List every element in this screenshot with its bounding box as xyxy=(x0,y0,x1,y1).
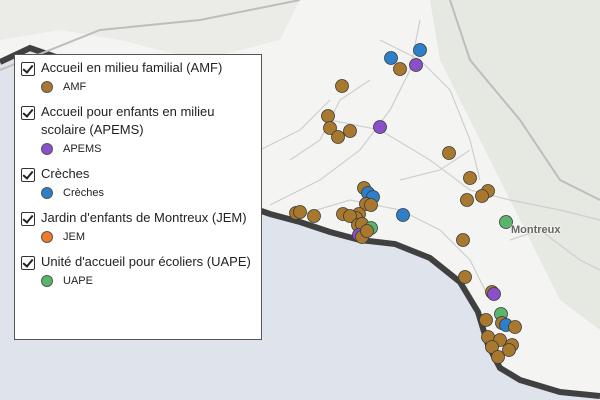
item-label-apems: APEMS xyxy=(63,143,102,155)
legend-layer-creches: Crèches Crèches xyxy=(21,165,255,203)
item-label-jem: JEM xyxy=(63,231,85,243)
item-label-uape: UAPE xyxy=(63,275,93,287)
apems-swatch-icon xyxy=(41,143,53,155)
map-pin-amf[interactable] xyxy=(463,171,477,185)
city-label: Montreux xyxy=(511,224,561,236)
checkbox-jem[interactable] xyxy=(21,212,35,226)
map-pin-amf[interactable] xyxy=(360,224,374,238)
jem-swatch-icon xyxy=(41,231,53,243)
map-pin-apems[interactable] xyxy=(373,120,387,134)
layer-title-apems: Accueil pour enfants en milieu scolaire … xyxy=(41,104,215,137)
legend-layer-amf: Accueil en milieu familial (AMF) AMF xyxy=(21,59,255,97)
map-pin-creches[interactable] xyxy=(396,208,410,222)
map-pin-amf[interactable] xyxy=(293,205,307,219)
layer-title-jem: Jardin d'enfants de Montreux (JEM) xyxy=(41,210,247,225)
checkbox-amf[interactable] xyxy=(21,62,35,76)
map-pin-amf[interactable] xyxy=(343,124,357,138)
map-pin-amf[interactable] xyxy=(364,198,378,212)
checkbox-creches[interactable] xyxy=(21,168,35,182)
creches-swatch-icon xyxy=(41,187,53,199)
map-pin-amf[interactable] xyxy=(479,313,493,327)
legend-layer-jem: Jardin d'enfants de Montreux (JEM) JEM xyxy=(21,209,255,247)
amf-swatch-icon xyxy=(41,81,53,93)
layer-title-uape: Unité d'accueil pour écoliers (UAPE) xyxy=(41,254,251,269)
checkbox-apems[interactable] xyxy=(21,106,35,120)
map-pin-creches[interactable] xyxy=(413,43,427,57)
map-pin-amf[interactable] xyxy=(475,189,489,203)
checkbox-uape[interactable] xyxy=(21,256,35,270)
map-pin-amf[interactable] xyxy=(502,343,516,357)
item-label-amf: AMF xyxy=(63,81,87,93)
legend-panel: Accueil en milieu familial (AMF) AMF Acc… xyxy=(14,54,262,340)
layer-title-creches: Crèches xyxy=(41,166,90,181)
layer-title-amf: Accueil en milieu familial (AMF) xyxy=(41,60,223,75)
map-pin-amf[interactable] xyxy=(458,270,472,284)
map-pin-apems[interactable] xyxy=(487,287,501,301)
map-pin-amf[interactable] xyxy=(508,320,522,334)
uape-swatch-icon xyxy=(41,275,53,287)
item-label-creches: Crèches xyxy=(63,187,104,199)
map-pin-amf[interactable] xyxy=(307,209,321,223)
map-pin-creches[interactable] xyxy=(384,51,398,65)
legend-layer-apems: Accueil pour enfants en milieu scolaire … xyxy=(21,103,255,159)
map-pin-amf[interactable] xyxy=(456,233,470,247)
legend-layer-uape: Unité d'accueil pour écoliers (UAPE) UAP… xyxy=(21,253,255,291)
map-pin-amf[interactable] xyxy=(335,79,349,93)
map-pin-apems[interactable] xyxy=(409,58,423,72)
map-pin-amf[interactable] xyxy=(460,193,474,207)
map-pin-amf[interactable] xyxy=(331,130,345,144)
map-pin-amf[interactable] xyxy=(442,146,456,160)
map-pin-amf[interactable] xyxy=(321,109,335,123)
map-pin-amf[interactable] xyxy=(393,62,407,76)
